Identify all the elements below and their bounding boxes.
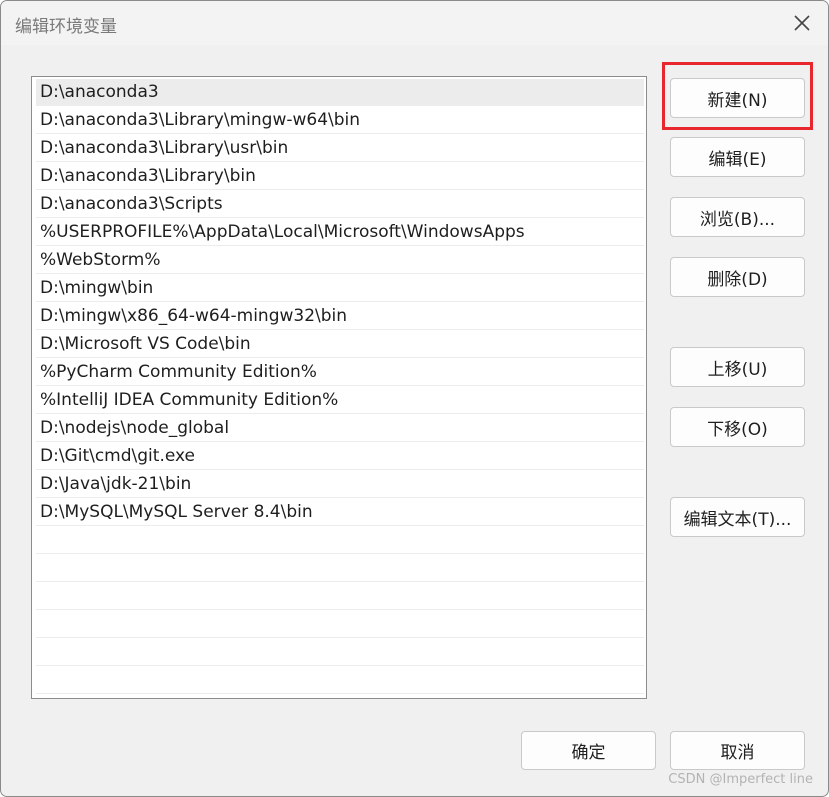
close-button[interactable] (790, 11, 814, 35)
list-item[interactable]: D:\Microsoft VS Code\bin (36, 331, 644, 358)
list-item[interactable] (36, 527, 644, 554)
list-item[interactable]: D:\anaconda3\Library\bin (36, 163, 644, 190)
list-item[interactable]: D:\anaconda3\Scripts (36, 191, 644, 218)
ok-button[interactable]: 确定 (521, 731, 656, 770)
close-icon (794, 15, 810, 31)
edit-env-variable-dialog: 编辑环境变量 D:\anaconda3 D:\anaconda3\Library\… (0, 0, 829, 797)
list-item[interactable] (36, 583, 644, 610)
watermark: CSDN @Imperfect line (668, 772, 813, 787)
list-item[interactable]: D:\mingw\bin (36, 275, 644, 302)
list-item[interactable] (36, 611, 644, 638)
list-item[interactable] (36, 555, 644, 582)
list-item[interactable]: %PyCharm Community Edition% (36, 359, 644, 386)
list-item[interactable]: %IntelliJ IDEA Community Edition% (36, 387, 644, 414)
dialog-title: 编辑环境变量 (15, 17, 117, 37)
list-item[interactable]: D:\mingw\x86_64-w64-mingw32\bin (36, 303, 644, 330)
edit-text-button[interactable]: 编辑文本(T)... (670, 497, 805, 537)
list-item[interactable]: D:\Git\cmd\git.exe (36, 443, 644, 470)
title-bar: 编辑环境变量 (1, 1, 828, 45)
list-item[interactable]: D:\anaconda3\Library\mingw-w64\bin (36, 107, 644, 134)
list-item[interactable]: D:\nodejs\node_global (36, 415, 644, 442)
move-down-button[interactable]: 下移(O) (670, 407, 805, 447)
list-item[interactable]: %WebStorm% (36, 247, 644, 274)
list-item[interactable] (36, 639, 644, 666)
new-button[interactable]: 新建(N) (670, 78, 805, 118)
list-item[interactable]: D:\Java\jdk-21\bin (36, 471, 644, 498)
path-list[interactable]: D:\anaconda3 D:\anaconda3\Library\mingw-w… (31, 76, 647, 699)
list-item[interactable]: %USERPROFILE%\AppData\Local\Microsoft\Wi… (36, 219, 644, 246)
cancel-button[interactable]: 取消 (670, 731, 805, 770)
browse-button[interactable]: 浏览(B)... (670, 197, 805, 237)
move-up-button[interactable]: 上移(U) (670, 347, 805, 387)
list-item[interactable]: D:\anaconda3\Library\usr\bin (36, 135, 644, 162)
list-item[interactable] (36, 667, 644, 694)
list-item[interactable]: D:\MySQL\MySQL Server 8.4\bin (36, 499, 644, 526)
edit-button[interactable]: 编辑(E) (670, 137, 805, 177)
list-item[interactable] (36, 695, 644, 698)
list-item[interactable]: D:\anaconda3 (36, 79, 644, 106)
delete-button[interactable]: 删除(D) (670, 257, 805, 297)
